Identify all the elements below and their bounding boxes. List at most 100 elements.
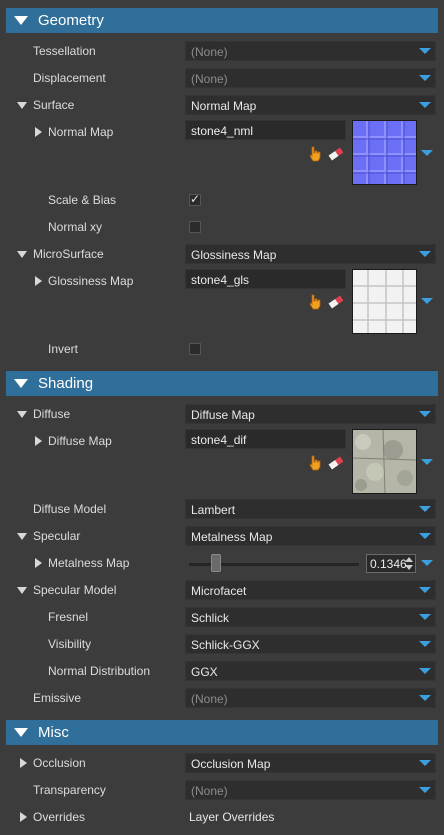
diffuse-map-texture-field[interactable]: stone4_dif <box>185 429 346 449</box>
visibility-dropdown[interactable]: Schlick-GGX <box>185 634 436 654</box>
emissive-dropdown[interactable]: (None) <box>185 688 436 708</box>
expand-triangle-icon[interactable] <box>20 758 27 768</box>
expand-triangle-icon[interactable] <box>35 558 42 568</box>
diffuse-map-label: Diffuse Map <box>48 434 112 448</box>
dropdown-value: Metalness Map <box>191 530 273 544</box>
normal-texture-preview <box>353 121 416 184</box>
dropdown-value: (None) <box>191 45 228 59</box>
expand-triangle-icon[interactable] <box>17 102 27 109</box>
dropdown-arrow-icon <box>419 251 431 257</box>
dropdown-value: (None) <box>191 72 228 86</box>
normal-distribution-dropdown[interactable]: GGX <box>185 661 436 681</box>
collapse-triangle-icon[interactable] <box>14 379 28 388</box>
occlusion-label: Occlusion <box>33 756 86 770</box>
overrides-value: Layer Overrides <box>189 810 275 824</box>
dropdown-arrow-icon <box>419 695 431 701</box>
dropdown-arrow-icon <box>419 48 431 54</box>
hand-pointer-icon[interactable] <box>308 455 322 471</box>
row-displacement: Displacement (None) <box>0 66 444 91</box>
expand-triangle-icon[interactable] <box>35 276 42 286</box>
spinbox-value: 0.1346 <box>370 557 407 571</box>
row-emissive: Emissive (None) <box>0 686 444 711</box>
eraser-icon[interactable] <box>328 456 344 470</box>
dropdown-value: Glossiness Map <box>191 248 277 262</box>
transparency-dropdown[interactable]: (None) <box>185 780 436 800</box>
row-scale-bias: Scale & Bias ✓ <box>0 188 444 213</box>
dropdown-arrow-icon <box>419 75 431 81</box>
normal-xy-label: Normal xy <box>48 220 103 234</box>
dropdown-arrow-icon <box>419 614 431 620</box>
hand-pointer-icon[interactable] <box>308 146 322 162</box>
diffuse-dropdown[interactable]: Diffuse Map <box>185 404 436 424</box>
displacement-dropdown[interactable]: (None) <box>185 68 436 88</box>
glossiness-map-thumbnail[interactable] <box>352 269 417 334</box>
section-title: Geometry <box>38 12 104 29</box>
expand-triangle-icon[interactable] <box>35 127 42 137</box>
dropdown-value: Schlick-GGX <box>191 638 260 652</box>
expand-triangle-icon[interactable] <box>17 411 27 418</box>
row-occlusion: Occlusion Occlusion Map <box>0 751 444 776</box>
specular-dropdown[interactable]: Metalness Map <box>185 526 436 546</box>
expand-triangle-icon[interactable] <box>17 251 27 258</box>
diffuse-texture-preview <box>352 429 417 494</box>
expand-triangle-icon[interactable] <box>35 436 42 446</box>
dropdown-arrow-icon <box>419 760 431 766</box>
fresnel-dropdown[interactable]: Schlick <box>185 607 436 627</box>
spin-down-icon[interactable] <box>405 565 413 570</box>
material-properties-panel: Geometry Tessellation (None) Displacemen… <box>0 0 444 835</box>
emissive-label: Emissive <box>33 691 82 705</box>
diffuse-map-thumbnail[interactable] <box>352 429 417 494</box>
dropdown-value: GGX <box>191 665 218 679</box>
invert-label: Invert <box>48 342 79 356</box>
normal-map-label: Normal Map <box>48 125 114 139</box>
row-tessellation: Tessellation (None) <box>0 39 444 64</box>
dropdown-value: Occlusion Map <box>191 757 271 771</box>
metalness-slider-handle[interactable] <box>210 554 221 572</box>
collapse-triangle-icon[interactable] <box>14 728 28 737</box>
microsurface-dropdown[interactable]: Glossiness Map <box>185 244 436 264</box>
spin-up-icon[interactable] <box>405 557 413 562</box>
hand-pointer-icon[interactable] <box>308 294 322 310</box>
section-header-geometry[interactable]: Geometry <box>6 8 438 33</box>
dropdown-value: Lambert <box>191 503 236 517</box>
section-title: Misc <box>38 724 69 741</box>
row-metalness-map: Metalness Map 0.1346 <box>0 551 444 576</box>
section-header-shading[interactable]: Shading <box>6 371 438 396</box>
specular-model-dropdown[interactable]: Microfacet <box>185 580 436 600</box>
dropdown-arrow-icon <box>419 411 431 417</box>
dropdown-arrow-icon[interactable] <box>421 560 433 566</box>
glossiness-texture-preview <box>353 270 416 333</box>
texture-name: stone4_dif <box>191 433 247 447</box>
occlusion-dropdown[interactable]: Occlusion Map <box>185 753 436 773</box>
microsurface-label: MicroSurface <box>33 247 104 261</box>
normal-distribution-label: Normal Distribution <box>48 664 151 678</box>
normal-xy-checkbox[interactable] <box>189 221 201 233</box>
normal-map-thumbnail[interactable] <box>352 120 417 185</box>
expand-triangle-icon[interactable] <box>20 812 27 822</box>
dropdown-value: (None) <box>191 784 228 798</box>
row-microsurface: MicroSurface Glossiness Map <box>0 242 444 267</box>
thumbnail-menu-arrow-icon[interactable] <box>421 150 433 156</box>
row-specular-model: Specular Model Microfacet <box>0 578 444 603</box>
expand-triangle-icon[interactable] <box>17 533 27 540</box>
row-invert: Invert <box>0 337 444 362</box>
overrides-label: Overrides <box>33 810 86 824</box>
section-header-misc[interactable]: Misc <box>6 720 438 745</box>
glossiness-map-texture-field[interactable]: stone4_gls <box>185 269 346 289</box>
diffuse-model-dropdown[interactable]: Lambert <box>185 499 436 519</box>
scale-bias-label: Scale & Bias <box>48 193 117 207</box>
tessellation-dropdown[interactable]: (None) <box>185 41 436 61</box>
thumbnail-menu-arrow-icon[interactable] <box>421 298 433 304</box>
expand-triangle-icon[interactable] <box>17 587 27 594</box>
collapse-triangle-icon[interactable] <box>14 16 28 25</box>
diffuse-model-label: Diffuse Model <box>33 502 107 516</box>
row-diffuse-model: Diffuse Model Lambert <box>0 497 444 522</box>
scale-bias-checkbox[interactable]: ✓ <box>189 192 201 206</box>
thumbnail-menu-arrow-icon[interactable] <box>421 459 433 465</box>
surface-dropdown[interactable]: Normal Map <box>185 95 436 115</box>
eraser-icon[interactable] <box>328 295 344 309</box>
eraser-icon[interactable] <box>328 147 344 161</box>
normal-map-texture-field[interactable]: stone4_nml <box>185 120 346 140</box>
invert-checkbox[interactable] <box>189 343 201 355</box>
row-diffuse: Diffuse Diffuse Map <box>0 402 444 427</box>
